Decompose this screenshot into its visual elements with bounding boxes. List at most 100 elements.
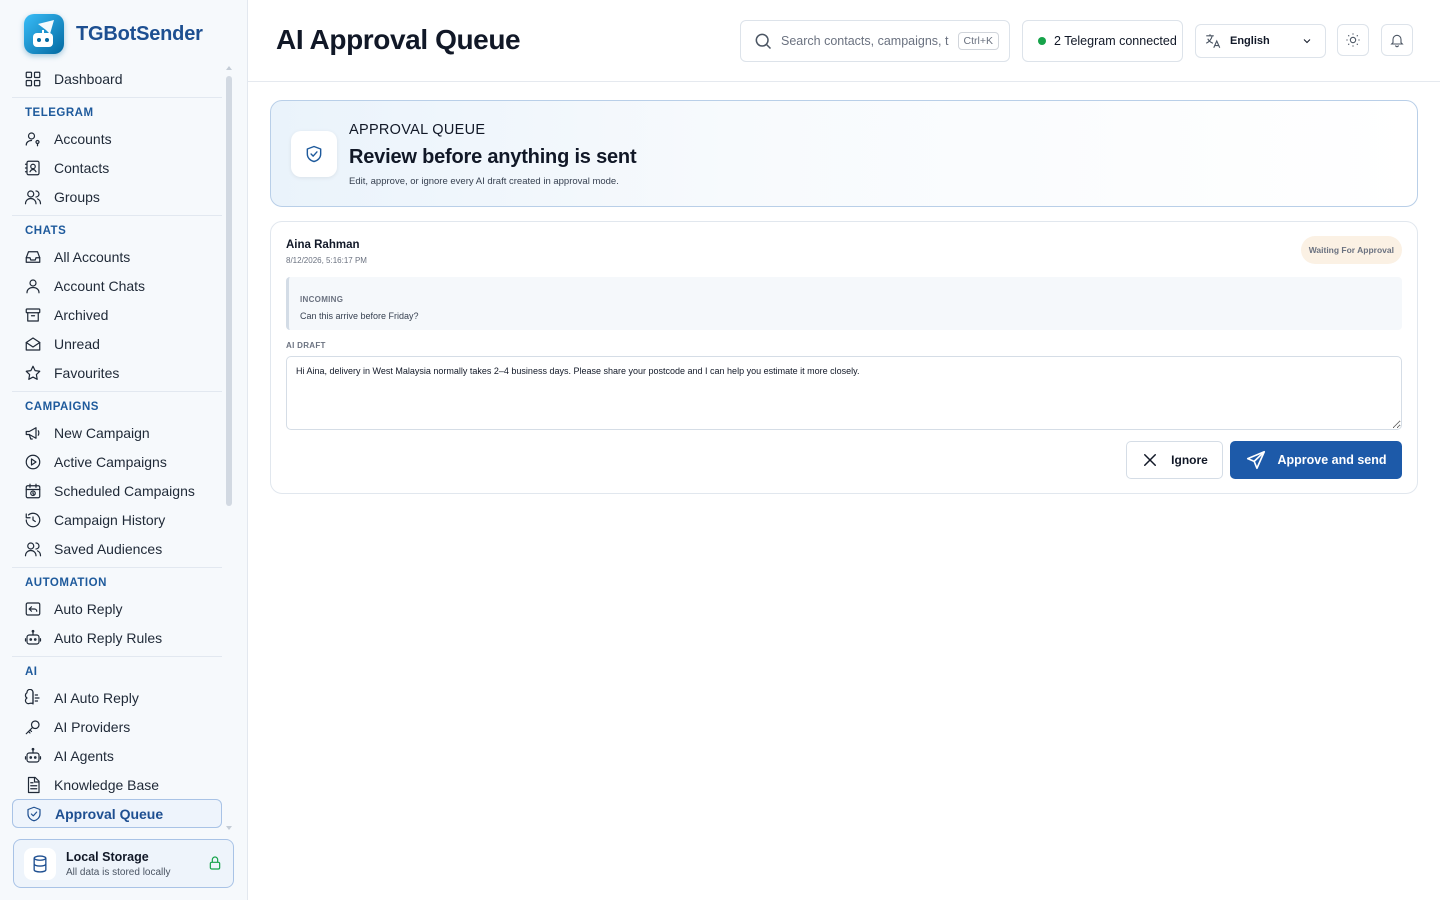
scrollbar-thumb[interactable]	[226, 76, 232, 506]
sidebar-item-knowledge-base[interactable]: Knowledge Base	[12, 770, 222, 799]
database-icon	[24, 847, 56, 880]
notifications-button[interactable]	[1381, 24, 1413, 56]
document-icon	[27, 776, 40, 793]
language-select[interactable]: English	[1195, 24, 1326, 58]
telegram-connection-status[interactable]: 2 Telegram connected	[1022, 20, 1183, 62]
ai-draft-label: AI DRAFT	[286, 341, 326, 350]
sidebar-item-label: Contacts	[54, 159, 110, 176]
sidebar-item-account-chats[interactable]: Account Chats	[12, 271, 222, 300]
search-input[interactable]	[781, 34, 949, 48]
status-dot-icon	[1038, 37, 1046, 45]
sidebar-section-title: TELEGRAM	[25, 107, 94, 119]
sidebar-item-campaign-history[interactable]: Campaign History	[12, 505, 222, 534]
sidebar-item-auto-reply-rules[interactable]: Auto Reply Rules	[12, 623, 222, 652]
storage-title: Local Storage	[66, 849, 149, 864]
chevron-down-icon	[1303, 39, 1311, 44]
incoming-text: Can this arrive before Friday?	[300, 311, 419, 321]
sidebar-item-label: Saved Audiences	[54, 540, 163, 557]
language-selected-value: English	[1230, 35, 1270, 47]
bell-icon	[1390, 34, 1404, 48]
sidebar-item-approval-queue[interactable]: Approval Queue	[12, 799, 222, 828]
brain-icon	[24, 688, 40, 705]
megaphone-icon	[25, 426, 40, 440]
sidebar-section-automation: AUTOMATION Auto Reply Auto Reply Rules	[12, 567, 222, 652]
sidebar-item-new-campaign[interactable]: New Campaign	[12, 418, 222, 447]
sidebar-item-dashboard[interactable]: Dashboard	[12, 64, 222, 93]
theme-toggle-button[interactable]	[1337, 24, 1369, 56]
sidebar-item-label: Accounts	[54, 130, 112, 147]
sidebar-item-label: Campaign History	[54, 511, 166, 528]
sidebar-item-archived[interactable]: Archived	[12, 300, 222, 329]
scroll-up-arrow-icon[interactable]	[226, 66, 232, 70]
sidebar-item-label: Approval Queue	[55, 805, 164, 822]
sidebar-item-all-accounts[interactable]: All Accounts	[12, 242, 222, 271]
sidebar-item-ai-auto-reply[interactable]: AI Auto Reply	[12, 683, 222, 712]
translate-icon	[1205, 34, 1221, 48]
lock-icon	[207, 855, 223, 871]
brand[interactable]: TGBotSender	[24, 14, 203, 54]
sidebar-section-title: AUTOMATION	[25, 577, 107, 589]
sidebar-item-label: Knowledge Base	[54, 776, 160, 793]
search-box[interactable]: Ctrl+K	[740, 20, 1010, 62]
shield-check-icon	[27, 806, 41, 821]
approve-and-send-button[interactable]: Approve and send	[1230, 441, 1402, 479]
sidebar-item-unread[interactable]: Unread	[12, 329, 222, 358]
sidebar-item-label: All Accounts	[54, 248, 131, 265]
send-icon	[1247, 450, 1266, 470]
approval-item-card: Aina Rahman 8/12/2026, 5:16:17 PM Waitin…	[270, 221, 1418, 494]
storage-subtitle: All data is stored locally	[66, 866, 171, 878]
sidebar-item-scheduled-campaigns[interactable]: Scheduled Campaigns	[12, 476, 222, 505]
top-header: AI Approval Queue Ctrl+K 2 Telegram conn…	[248, 0, 1440, 82]
sidebar-item-label: AI Providers	[54, 718, 131, 735]
sidebar-nav: Dashboard TELEGRAM Accounts Contacts Gro…	[12, 64, 222, 830]
sidebar-item-label: New Campaign	[54, 424, 150, 441]
ignore-label: Ignore	[1171, 453, 1208, 467]
sidebar-item-auto-reply[interactable]: Auto Reply	[12, 594, 222, 623]
contact-name: Aina Rahman	[286, 239, 360, 251]
approval-queue-banner: APPROVAL QUEUE Review before anything is…	[270, 100, 1418, 207]
sidebar-item-label: Auto Reply Rules	[54, 629, 163, 646]
page-title: AI Approval Queue	[276, 24, 521, 55]
sidebar-item-label: Scheduled Campaigns	[54, 482, 195, 499]
sidebar-item-accounts[interactable]: Accounts	[12, 124, 222, 153]
inbox-icon	[25, 250, 41, 263]
user-icon	[26, 278, 40, 293]
ignore-button[interactable]: Ignore	[1126, 441, 1223, 479]
banner-eyebrow: APPROVAL QUEUE	[349, 122, 486, 138]
sidebar-item-label: Favourites	[54, 364, 120, 381]
sidebar-item-active-campaigns[interactable]: Active Campaigns	[12, 447, 222, 476]
ai-draft-textarea[interactable]: Hi Aina, delivery in West Malaysia norma…	[286, 356, 1402, 430]
sidebar-section-title: AI	[25, 666, 38, 678]
sidebar-item-saved-audiences[interactable]: Saved Audiences	[12, 534, 222, 563]
key-icon	[25, 719, 40, 734]
bot-icon	[24, 629, 42, 645]
sun-icon	[1346, 33, 1360, 47]
banner-subtitle: Edit, approve, or ignore every AI draft …	[349, 176, 619, 187]
play-circle-icon	[25, 454, 41, 469]
sidebar-item-label: Account Chats	[54, 277, 146, 294]
sidebar-item-ai-agents[interactable]: AI Agents	[12, 741, 222, 770]
banner-title: Review before anything is sent	[349, 146, 637, 168]
sidebar-section-telegram: TELEGRAM Accounts Contacts Groups	[12, 97, 222, 211]
user-key-icon	[25, 131, 40, 146]
search-icon	[755, 33, 772, 50]
sidebar-item-label: Auto Reply	[54, 600, 123, 617]
sidebar-item-ai-providers[interactable]: AI Providers	[12, 712, 222, 741]
sidebar-item-groups[interactable]: Groups	[12, 182, 222, 211]
incoming-label: INCOMING	[300, 295, 344, 304]
sidebar-section-campaigns: CAMPAIGNS New Campaign Active Campaigns …	[12, 391, 222, 563]
sidebar-item-favourites[interactable]: Favourites	[12, 358, 222, 387]
sidebar-scrollbar[interactable]	[226, 66, 232, 830]
bot-icon	[24, 747, 42, 763]
users-icon	[24, 189, 42, 204]
local-storage-card[interactable]: Local Storage All data is stored locally	[13, 839, 234, 888]
shield-check-icon	[291, 131, 337, 177]
star-icon	[25, 365, 41, 380]
status-badge: Waiting For Approval	[1300, 236, 1402, 264]
close-icon	[1144, 454, 1157, 466]
search-shortcut-badge: Ctrl+K	[957, 32, 999, 50]
scroll-down-arrow-icon[interactable]	[226, 826, 232, 830]
history-icon	[25, 512, 41, 527]
mail-open-icon	[25, 336, 41, 351]
sidebar-item-contacts[interactable]: Contacts	[12, 153, 222, 182]
